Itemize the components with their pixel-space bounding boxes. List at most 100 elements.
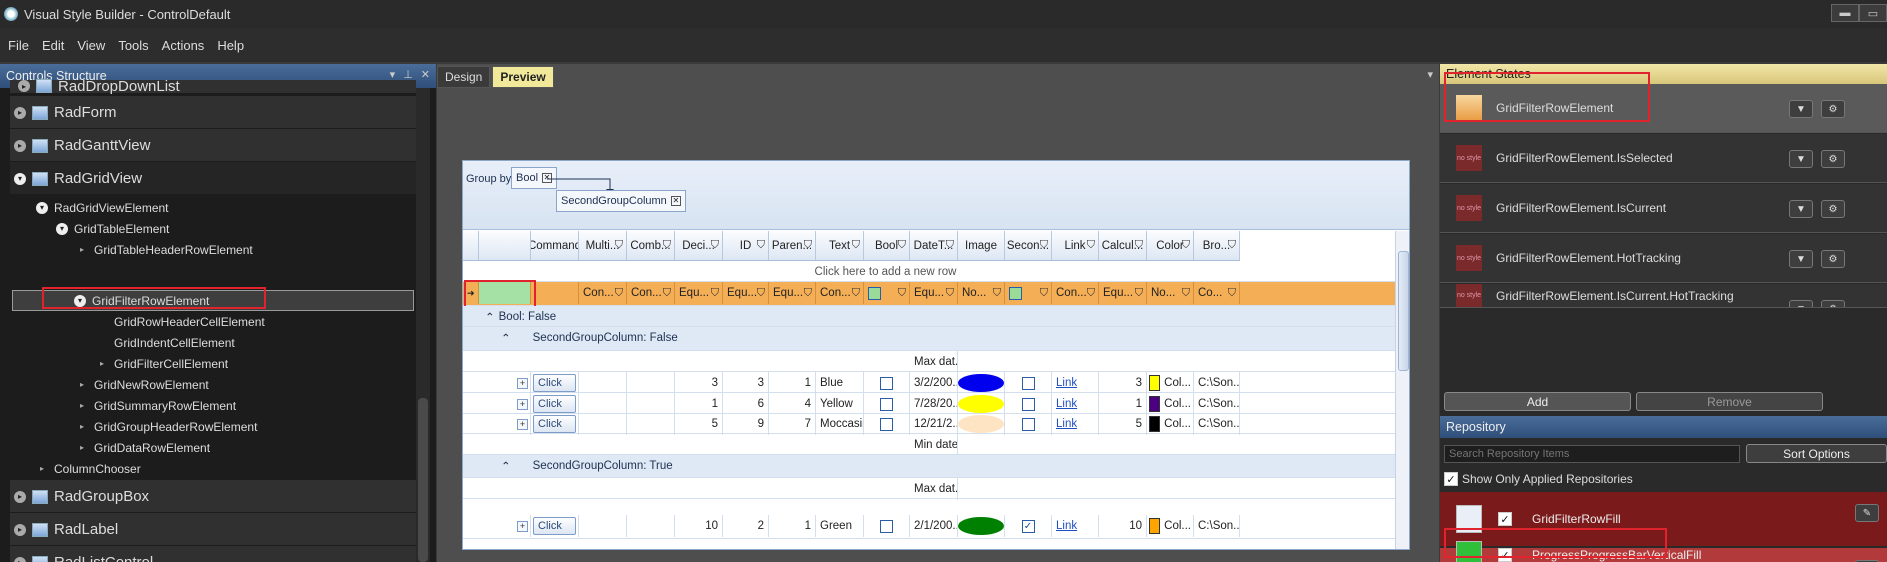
- filter-icon[interactable]: ⛉: [663, 287, 671, 300]
- close-icon[interactable]: ✕: [421, 68, 430, 81]
- filter-icon[interactable]: ⛉: [1182, 287, 1190, 300]
- filter-cell[interactable]: Equ... ⛉: [675, 282, 723, 304]
- scrollbar-thumb[interactable]: [1398, 251, 1409, 371]
- link[interactable]: Link: [1056, 418, 1077, 430]
- filter-icon[interactable]: ⛉: [663, 239, 671, 252]
- column-header-decimal[interactable]: Deci... ⛉: [675, 231, 723, 261]
- edit-icon[interactable]: ✎: [1855, 504, 1879, 522]
- expand-icon[interactable]: +: [517, 520, 528, 532]
- state-item[interactable]: no style GridFilterRowElement.IsCurrent.H…: [1440, 284, 1887, 308]
- grid-vertical-scrollbar[interactable]: [1395, 231, 1409, 549]
- collapse-icon[interactable]: ⌃: [501, 459, 511, 473]
- tree-node-radlabel[interactable]: ▸ RadLabel: [14, 513, 118, 546]
- command-button[interactable]: Click: [533, 415, 576, 433]
- link[interactable]: Link: [1056, 520, 1077, 532]
- filter-icon[interactable]: ⛉: [615, 287, 623, 300]
- filter-cell[interactable]: No... ⛉: [1147, 282, 1194, 304]
- expand-icon[interactable]: +: [517, 377, 528, 389]
- column-header-second[interactable]: Secon... ⛉: [1005, 231, 1052, 261]
- filter-icon[interactable]: ⛉: [993, 287, 1001, 300]
- tree-node-columnchooser[interactable]: ▸ ColumnChooser: [36, 458, 141, 479]
- expand-icon[interactable]: ▸: [14, 139, 26, 152]
- filter-cell[interactable]: No... ⛉: [958, 282, 1005, 304]
- link[interactable]: Link: [1056, 398, 1077, 410]
- filter-icon[interactable]: ⛉: [615, 239, 623, 252]
- tab-design[interactable]: Design: [437, 66, 491, 88]
- expand-icon[interactable]: ▸: [76, 442, 88, 454]
- tree-node-griddatarowelement[interactable]: ▸ GridDataRowElement: [76, 437, 210, 458]
- settings-icon[interactable]: ⚙: [1821, 150, 1845, 168]
- filter-icon[interactable]: ⛉: [1040, 287, 1048, 300]
- expand-icon[interactable]: ▸: [14, 556, 26, 562]
- tree-node-gridtableelement[interactable]: ▾ GridTableElement: [56, 218, 169, 239]
- column-header-color[interactable]: Color ⛉: [1147, 231, 1194, 261]
- filter-icon[interactable]: ⛉: [1135, 239, 1143, 252]
- column-header-calculated[interactable]: Calcul... ⛉: [1099, 231, 1147, 261]
- state-item[interactable]: GridFilterRowElement ▼ ⚙: [1440, 84, 1887, 133]
- column-header-datetime[interactable]: DateT... ⛉: [910, 231, 958, 261]
- column-header-id[interactable]: ID ⛉: [723, 231, 769, 261]
- tree-node-radgridview[interactable]: ▾ RadGridView: [14, 162, 142, 195]
- expand-icon[interactable]: ▸: [14, 106, 26, 119]
- group-chip-secondgroupcolumn[interactable]: SecondGroupColumn ✕: [556, 190, 686, 212]
- filter-icon[interactable]: ⛉: [852, 287, 860, 300]
- filter-icon[interactable]: ⛉: [757, 239, 765, 252]
- table-row[interactable]: + Click 3 3 1 Blue 3/2/200... Link 3 Col... C:\Son…: [463, 372, 1409, 394]
- filter-cell[interactable]: Equ... ⛉: [910, 282, 958, 304]
- bool-checkbox[interactable]: [880, 376, 893, 390]
- group-row-bool-false[interactable]: ⌃ Bool: False: [463, 306, 1409, 327]
- show-only-applied-toggle[interactable]: ✓ Show Only Applied Repositories: [1444, 472, 1633, 486]
- tree-node-radform[interactable]: ▸ RadForm: [14, 96, 117, 129]
- column-header-image[interactable]: Image: [958, 231, 1005, 261]
- column-header-link[interactable]: Link ⛉: [1052, 231, 1099, 261]
- menu-help[interactable]: Help: [217, 38, 244, 53]
- settings-icon[interactable]: ⚙: [1821, 300, 1845, 307]
- tree-node-gridgroupheaderrowelement[interactable]: ▸ GridGroupHeaderRowElement: [76, 416, 257, 437]
- filter-cell[interactable]: Con... ⛉: [816, 282, 864, 304]
- column-header-command[interactable]: Command: [531, 231, 579, 261]
- expand-icon[interactable]: ▸: [76, 421, 88, 433]
- table-row[interactable]: + Click 1 6 4 Yellow 7/28/20... Link 1 Col... C:\S…: [463, 393, 1409, 415]
- tree-node-radganttview[interactable]: ▸ RadGanttView: [14, 129, 150, 162]
- tree-node-cut[interactable]: ▸ RadDropDownList: [18, 76, 180, 96]
- sort-options-button[interactable]: Sort Options: [1746, 444, 1887, 463]
- command-button[interactable]: Click: [533, 374, 576, 392]
- expand-icon[interactable]: +: [517, 418, 528, 430]
- tree-scrollbar[interactable]: [416, 88, 430, 562]
- repository-item[interactable]: ✓ GridFilterRowFill ✎: [1440, 492, 1887, 546]
- chevron-down-icon[interactable]: ▼: [1789, 150, 1813, 168]
- collapse-icon[interactable]: ⌃: [485, 310, 495, 324]
- filter-icon[interactable]: ⛉: [852, 239, 860, 252]
- filter-icon[interactable]: ⛉: [1228, 287, 1236, 300]
- filter-icon[interactable]: ⛉: [804, 287, 812, 300]
- second-checkbox[interactable]: ✓: [1021, 519, 1035, 533]
- filter-icon[interactable]: ⛉: [1040, 239, 1048, 252]
- filter-icon[interactable]: ⛉: [804, 239, 812, 252]
- menu-edit[interactable]: Edit: [42, 38, 64, 53]
- filter-cell[interactable]: ⛉: [1005, 282, 1052, 304]
- state-item[interactable]: no style GridFilterRowElement.IsSelected ▼…: [1440, 134, 1887, 183]
- expand-icon[interactable]: ▸: [14, 523, 26, 536]
- expand-icon[interactable]: ▸: [76, 400, 88, 412]
- filter-icon[interactable]: ⛉: [898, 239, 906, 252]
- filter-cell[interactable]: [531, 282, 579, 304]
- filter-checkbox[interactable]: [868, 286, 881, 300]
- collapse-icon[interactable]: ▾: [14, 172, 26, 185]
- filter-icon[interactable]: ⛉: [1228, 239, 1236, 252]
- chevron-down-icon[interactable]: ▼: [1789, 200, 1813, 218]
- repository-item-checkbox[interactable]: ✓: [1498, 512, 1512, 526]
- tree-node-radlistcontrol[interactable]: ▸RadListControl: [14, 546, 153, 562]
- filter-cell[interactable]: Con... ⛉: [1052, 282, 1099, 304]
- filter-icon[interactable]: ⛉: [946, 239, 954, 252]
- add-button[interactable]: Add: [1444, 392, 1631, 411]
- settings-icon[interactable]: ⚙: [1821, 250, 1845, 268]
- tree-node-gridsummaryrowelement[interactable]: ▸ GridSummaryRowElement: [76, 395, 236, 416]
- filter-cell[interactable]: Con... ⛉: [579, 282, 627, 304]
- column-header-parent[interactable]: Paren... ⛉: [769, 231, 816, 261]
- link[interactable]: Link: [1056, 377, 1077, 389]
- state-item[interactable]: no style GridFilterRowElement.HotTracking…: [1440, 234, 1887, 283]
- maximize-button[interactable]: ▭: [1859, 4, 1887, 22]
- tree-node-gridnewrowelement[interactable]: ▸ GridNewRowElement: [76, 374, 209, 395]
- scrollbar-thumb[interactable]: [418, 398, 428, 562]
- repository-item[interactable]: ✓ProgressProgressBarVerticalFill✎: [1440, 541, 1887, 562]
